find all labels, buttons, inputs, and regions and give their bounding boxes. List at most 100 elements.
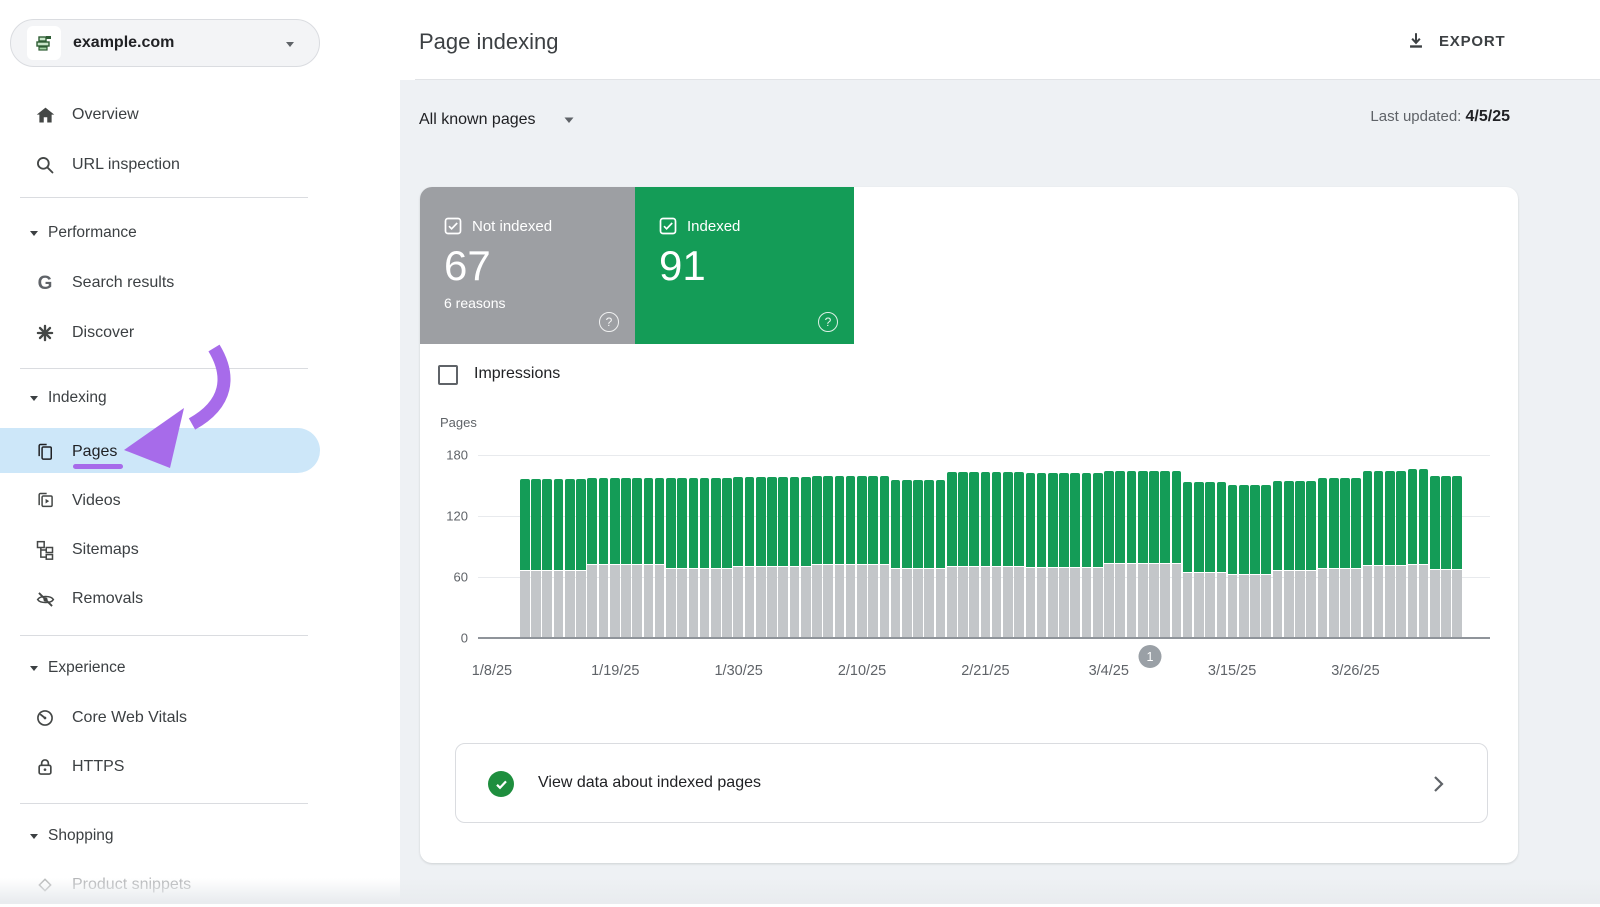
bar[interactable]: [700, 455, 710, 638]
bar[interactable]: [644, 455, 654, 638]
bar[interactable]: [880, 455, 890, 638]
bar[interactable]: [599, 455, 609, 638]
bar[interactable]: [1160, 455, 1170, 638]
bar[interactable]: [1430, 455, 1440, 638]
bar[interactable]: [621, 455, 631, 638]
bar[interactable]: [666, 455, 676, 638]
bar[interactable]: [1228, 455, 1238, 638]
sidebar-item-discover[interactable]: Discover: [0, 311, 320, 355]
sidebar-item-search-results[interactable]: G Search results: [0, 261, 320, 305]
bar[interactable]: [969, 455, 979, 638]
not-indexed-tile[interactable]: Not indexed 67 6 reasons ?: [420, 187, 635, 344]
bar[interactable]: [1452, 455, 1462, 638]
bar[interactable]: [801, 455, 811, 638]
bar[interactable]: [891, 455, 901, 638]
bar[interactable]: [1115, 455, 1125, 638]
bar[interactable]: [1273, 455, 1283, 638]
bar[interactable]: [1048, 455, 1058, 638]
bar[interactable]: [733, 455, 743, 638]
question-circle-icon[interactable]: ?: [818, 312, 838, 332]
section-performance[interactable]: Performance: [0, 213, 320, 253]
bar[interactable]: [924, 455, 934, 638]
page-filter-dropdown[interactable]: All known pages: [419, 106, 576, 134]
bar[interactable]: [1351, 455, 1361, 638]
bar[interactable]: [1239, 455, 1249, 638]
bar[interactable]: [902, 455, 912, 638]
section-shopping[interactable]: Shopping: [0, 816, 320, 856]
bar[interactable]: [947, 455, 957, 638]
bar[interactable]: [689, 455, 699, 638]
bar[interactable]: [711, 455, 721, 638]
bar[interactable]: [655, 455, 665, 638]
bar[interactable]: [576, 455, 586, 638]
bar[interactable]: [531, 455, 541, 638]
bar[interactable]: [1250, 455, 1260, 638]
bar[interactable]: [1261, 455, 1271, 638]
bar[interactable]: [1093, 455, 1103, 638]
bar[interactable]: [1037, 455, 1047, 638]
bar[interactable]: [1329, 455, 1339, 638]
bar[interactable]: [632, 455, 642, 638]
bar[interactable]: [1385, 455, 1395, 638]
bar[interactable]: [1026, 455, 1036, 638]
property-selector[interactable]: example.com: [10, 19, 320, 67]
bar[interactable]: [835, 455, 845, 638]
bar[interactable]: [1374, 455, 1384, 638]
checkbox-checked-icon[interactable]: [659, 217, 677, 235]
bar[interactable]: [992, 455, 1002, 638]
bar[interactable]: [1070, 455, 1080, 638]
bar[interactable]: [1127, 455, 1137, 638]
view-indexed-data-row[interactable]: View data about indexed pages: [455, 743, 1488, 823]
sidebar-item-product-snippets[interactable]: Product snippets: [0, 863, 320, 907]
bar[interactable]: [846, 455, 856, 638]
bar[interactable]: [1149, 455, 1159, 638]
bar[interactable]: [823, 455, 833, 638]
bar[interactable]: [1172, 455, 1182, 638]
sidebar-item-sitemaps[interactable]: Sitemaps: [0, 528, 320, 572]
bar[interactable]: [520, 455, 530, 638]
bar[interactable]: [778, 455, 788, 638]
bar[interactable]: [913, 455, 923, 638]
bar[interactable]: [1205, 455, 1215, 638]
bar[interactable]: [1284, 455, 1294, 638]
bar[interactable]: [745, 455, 755, 638]
export-button[interactable]: EXPORT: [1405, 26, 1505, 56]
bar[interactable]: [1183, 455, 1193, 638]
bars[interactable]: [520, 455, 1462, 638]
sidebar-item-url-inspection[interactable]: URL inspection: [0, 143, 320, 187]
bar[interactable]: [1441, 455, 1451, 638]
bar[interactable]: [722, 455, 732, 638]
bar[interactable]: [1419, 455, 1429, 638]
bar[interactable]: [1014, 455, 1024, 638]
bar[interactable]: [1408, 455, 1418, 638]
bar[interactable]: [1340, 455, 1350, 638]
sidebar-item-videos[interactable]: Videos: [0, 479, 320, 523]
sidebar-item-removals[interactable]: Removals: [0, 577, 320, 621]
bar[interactable]: [587, 455, 597, 638]
bar[interactable]: [1194, 455, 1204, 638]
bar[interactable]: [1363, 455, 1373, 638]
bar[interactable]: [1138, 455, 1148, 638]
section-experience[interactable]: Experience: [0, 648, 320, 688]
checkbox-checked-icon[interactable]: [444, 217, 462, 235]
indexed-tile[interactable]: Indexed 91 ?: [635, 187, 854, 344]
sidebar-item-https[interactable]: HTTPS: [0, 745, 320, 789]
bar[interactable]: [610, 455, 620, 638]
bar[interactable]: [1059, 455, 1069, 638]
bar[interactable]: [1295, 455, 1305, 638]
impressions-checkbox[interactable]: [438, 365, 458, 385]
bar[interactable]: [1082, 455, 1092, 638]
section-indexing[interactable]: Indexing: [0, 378, 320, 418]
bar[interactable]: [767, 455, 777, 638]
question-circle-icon[interactable]: ?: [599, 312, 619, 332]
bar[interactable]: [1318, 455, 1328, 638]
sidebar-item-core-web-vitals[interactable]: Core Web Vitals: [0, 696, 320, 740]
sidebar-item-pages[interactable]: Pages: [0, 430, 320, 474]
bar[interactable]: [677, 455, 687, 638]
bar[interactable]: [542, 455, 552, 638]
bar[interactable]: [981, 455, 991, 638]
bar[interactable]: [1306, 455, 1316, 638]
sidebar-item-overview[interactable]: Overview: [0, 93, 320, 137]
bar[interactable]: [790, 455, 800, 638]
bar[interactable]: [812, 455, 822, 638]
